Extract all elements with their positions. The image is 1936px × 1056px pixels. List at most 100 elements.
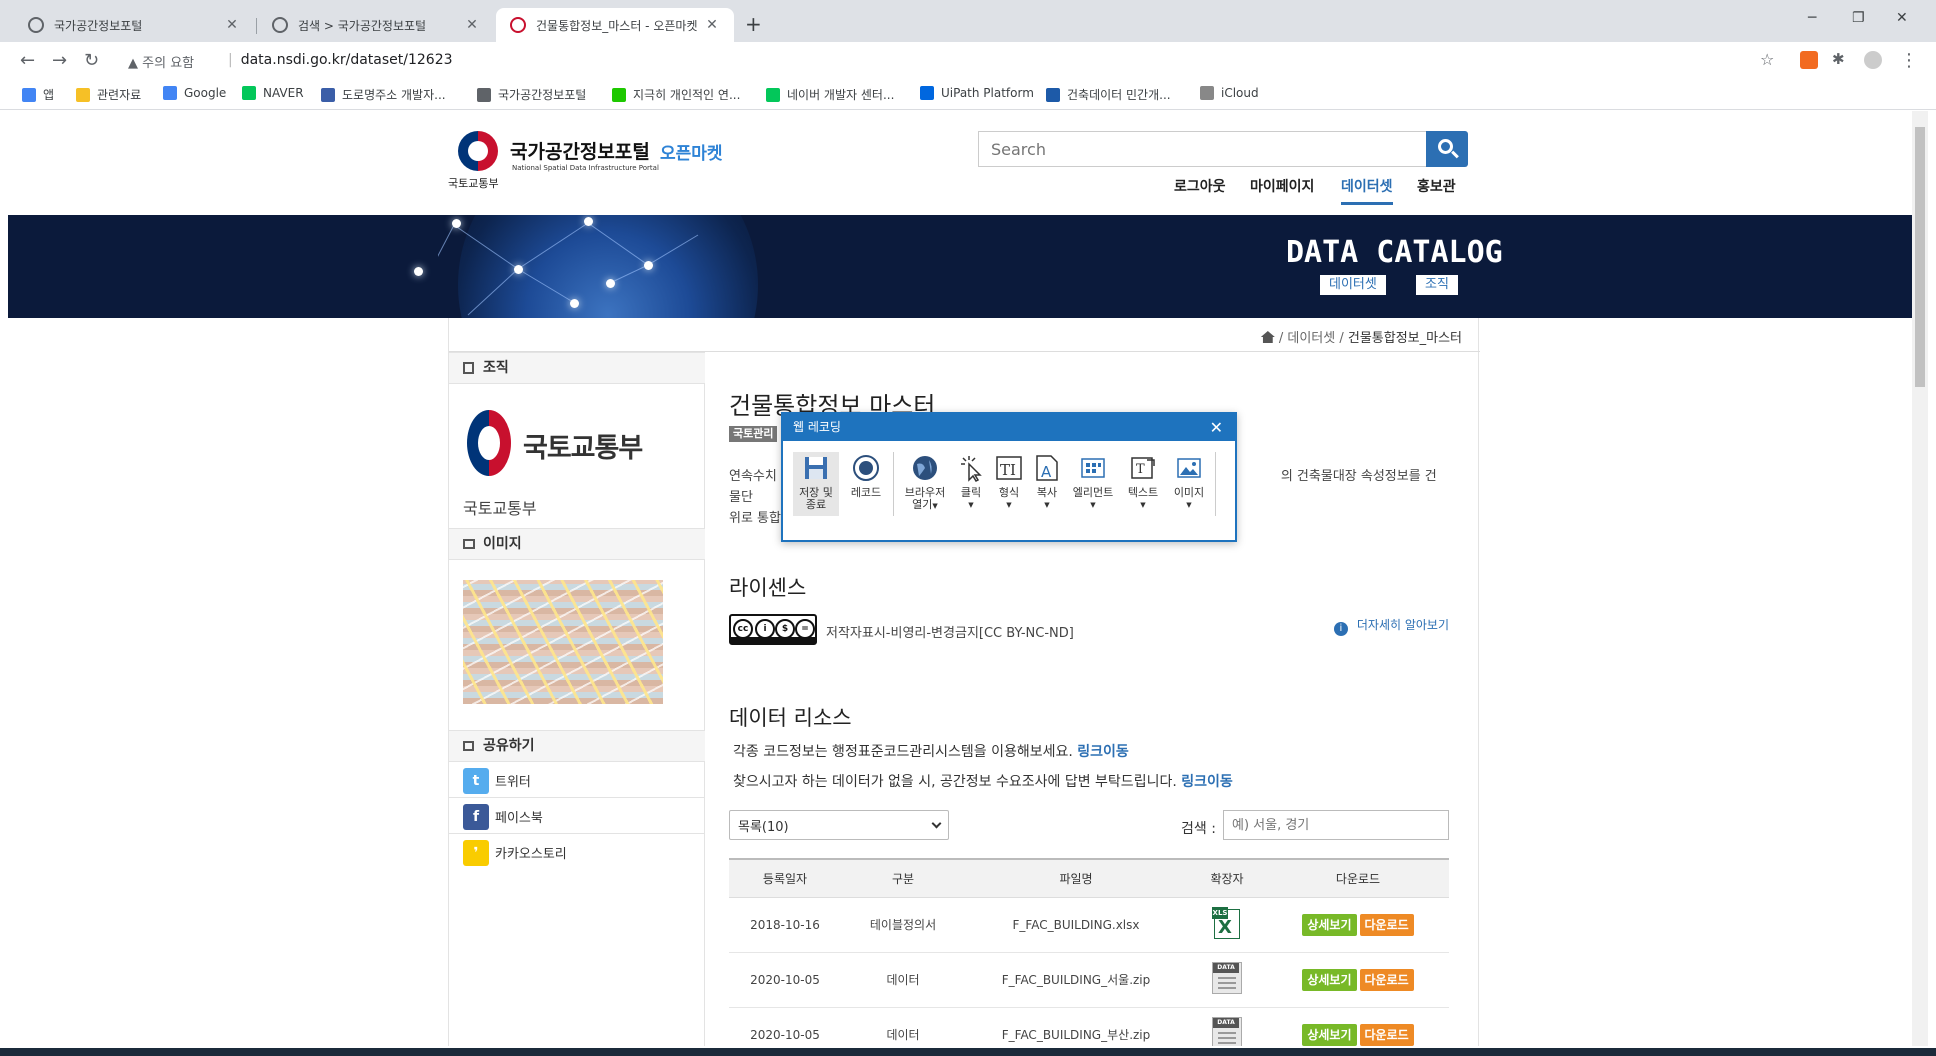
bookmark-blog[interactable]: 지극히 개인적인 연...	[612, 86, 740, 103]
copy-tool-button[interactable]: A 복사 ▼	[1029, 454, 1065, 511]
bookmark-juso[interactable]: 도로명주소 개발자...	[321, 86, 446, 103]
extensions-puzzle-icon[interactable]: ✱	[1832, 50, 1845, 68]
share-label: 페이스북	[495, 811, 543, 826]
bookmark-apps[interactable]: 앱	[22, 86, 54, 103]
bookmark-label: 네이버 개발자 센터...	[787, 88, 895, 102]
page-size-select[interactable]: 목록(10)	[729, 810, 949, 840]
bookmark-icloud[interactable]: iCloud	[1200, 86, 1259, 100]
dialog-titlebar[interactable]: 웹 레코딩 ✕	[783, 414, 1235, 441]
close-icon[interactable]: ✕	[224, 17, 240, 33]
forward-icon[interactable]: →	[52, 50, 67, 71]
bookmark-folder[interactable]: 관련자료	[76, 86, 141, 103]
open-browser-button[interactable]: 브라우저 열기▼	[899, 454, 951, 512]
nav-mypage[interactable]: 마이페이지	[1250, 176, 1314, 196]
banner-title: DATA CATALOG	[1286, 235, 1503, 270]
element-tool-button[interactable]: 엘리먼트 ▼	[1067, 454, 1119, 511]
detail-button[interactable]: 상세보기	[1302, 913, 1357, 936]
banner-dataset-button[interactable]: 데이터셋	[1320, 275, 1386, 295]
extension-ex-icon[interactable]	[1800, 51, 1818, 69]
table-search-input[interactable]	[1224, 811, 1448, 839]
back-icon[interactable]: ←	[20, 50, 35, 71]
korea-emblem-icon[interactable]	[458, 131, 498, 171]
network-node	[644, 261, 653, 270]
col-date[interactable]: 등록일자	[729, 858, 841, 898]
bookmark-star-icon[interactable]: ☆	[1760, 50, 1774, 69]
open-market-label[interactable]: 오픈마켓	[660, 139, 723, 164]
close-icon[interactable]: ✕	[704, 17, 720, 33]
url-separator: |	[228, 52, 233, 68]
image-section-header: 이미지	[449, 528, 705, 560]
col-type[interactable]: 구분	[841, 858, 965, 898]
record-button[interactable]: 레코드	[843, 454, 889, 499]
bookmark-uipath[interactable]: UiPath Platform	[920, 86, 1034, 100]
google-icon	[163, 86, 177, 100]
banner-org-button[interactable]: 조직	[1416, 275, 1458, 295]
minimize-button[interactable]: ─	[1808, 10, 1816, 26]
svg-text:T: T	[1136, 462, 1145, 477]
col-extension[interactable]: 확장자	[1187, 858, 1267, 898]
save-and-exit-button[interactable]: 저장 및 종료	[793, 452, 839, 516]
restore-button[interactable]: ❐	[1852, 10, 1865, 26]
category-tag[interactable]: 국토관리	[729, 426, 778, 442]
url-field[interactable]: | data.nsdi.go.kr/dataset/12623	[228, 52, 453, 68]
dataset-map-thumbnail[interactable]	[463, 580, 663, 704]
nav-dataset[interactable]: 데이터셋	[1341, 176, 1393, 205]
naver-icon	[242, 86, 256, 100]
row-extension: DATA	[1187, 952, 1267, 1008]
bookmark-naver-dev[interactable]: 네이버 개발자 센터...	[766, 86, 894, 103]
facebook-icon: f	[463, 804, 489, 830]
tab-dataset-active[interactable]: 건물통합정보_마스터 - 오픈마켓 ✕	[496, 8, 734, 42]
close-icon[interactable]: ✕	[464, 17, 480, 33]
sidebar: 조직 국토교통부 국토교통부 이미지 공유하기 t 트위터 f 페이스북 ❜ 카…	[449, 352, 705, 1046]
site-search-input[interactable]	[979, 132, 1433, 166]
uipath-icon	[920, 86, 934, 100]
page-scrollbar[interactable]	[1912, 111, 1928, 1046]
nav-logout[interactable]: 로그아웃	[1174, 176, 1226, 196]
code-info-link[interactable]: 링크이동	[1077, 744, 1129, 760]
scrollbar-thumb[interactable]	[1915, 127, 1925, 387]
type-tool-button[interactable]: TI 형식 ▼	[991, 454, 1027, 511]
download-button[interactable]: 다운로드	[1359, 968, 1414, 991]
bookmark-label: 관련자료	[97, 88, 142, 102]
detail-button[interactable]: 상세보기	[1302, 1023, 1357, 1046]
detail-button[interactable]: 상세보기	[1302, 968, 1357, 991]
download-button[interactable]: 다운로드	[1359, 1023, 1414, 1046]
bookmark-nsdi[interactable]: 국가공간정보포털	[477, 86, 586, 103]
breadcrumb-dataset[interactable]: 데이터셋	[1287, 331, 1335, 346]
reload-icon[interactable]: ↻	[84, 50, 99, 71]
portal-logo-title[interactable]: 국가공간정보포털	[510, 137, 650, 164]
ministry-favicon-icon	[510, 17, 526, 33]
profile-avatar-icon[interactable]	[1864, 51, 1882, 69]
download-button[interactable]: 다운로드	[1359, 913, 1414, 936]
share-twitter[interactable]: t 트위터	[449, 762, 705, 798]
new-tab-button[interactable]: +	[745, 12, 762, 36]
web-recording-dialog: 웹 레코딩 ✕ 저장 및 종료 레코드 브라우저 열기▼ 클릭 ▼ TI 형식 …	[781, 412, 1237, 542]
close-icon[interactable]: ✕	[1210, 414, 1223, 441]
image-tool-button[interactable]: 이미지 ▼	[1167, 454, 1211, 511]
license-more-link[interactable]: i 더자세히 알아보기	[1333, 616, 1449, 636]
bookmark-google[interactable]: Google	[163, 86, 226, 100]
bookmark-naver[interactable]: NAVER	[242, 86, 304, 100]
cc-license-badge[interactable]: cc i $ =	[729, 614, 817, 645]
org-name[interactable]: 국토교통부	[463, 495, 537, 519]
home-icon[interactable]	[1260, 331, 1275, 343]
col-filename[interactable]: 파일명	[965, 858, 1187, 898]
text-tool-button[interactable]: T 텍스트 ▼	[1121, 454, 1165, 511]
table-row: 2020-10-05 데이터 F_FAC_BUILDING_서울.zip DAT…	[729, 952, 1449, 1008]
security-warning[interactable]: ▲ 주의 요함	[128, 52, 194, 71]
more-info-label: 더자세히 알아보기	[1356, 618, 1449, 632]
network-node	[606, 279, 615, 288]
share-facebook[interactable]: f 페이스북	[449, 798, 705, 834]
menu-kebab-icon[interactable]: ⋮	[1900, 50, 1918, 71]
window-close-button[interactable]: ✕	[1896, 10, 1908, 26]
survey-link[interactable]: 링크이동	[1181, 774, 1233, 790]
nav-promotion[interactable]: 홍보관	[1417, 176, 1456, 196]
tab-search[interactable]: 검색 > 국가공간정보포털 ✕	[258, 8, 494, 42]
share-label: 카카오스토리	[495, 847, 567, 862]
tab-portal[interactable]: 국가공간정보포털 ✕	[14, 8, 254, 42]
site-search-button[interactable]	[1426, 131, 1468, 167]
click-tool-button[interactable]: 클릭 ▼	[953, 454, 989, 511]
share-kakaostory[interactable]: ❜ 카카오스토리	[449, 834, 705, 870]
save-icon	[802, 454, 830, 482]
bookmark-building-data[interactable]: 건축데이터 민간개...	[1046, 86, 1171, 103]
